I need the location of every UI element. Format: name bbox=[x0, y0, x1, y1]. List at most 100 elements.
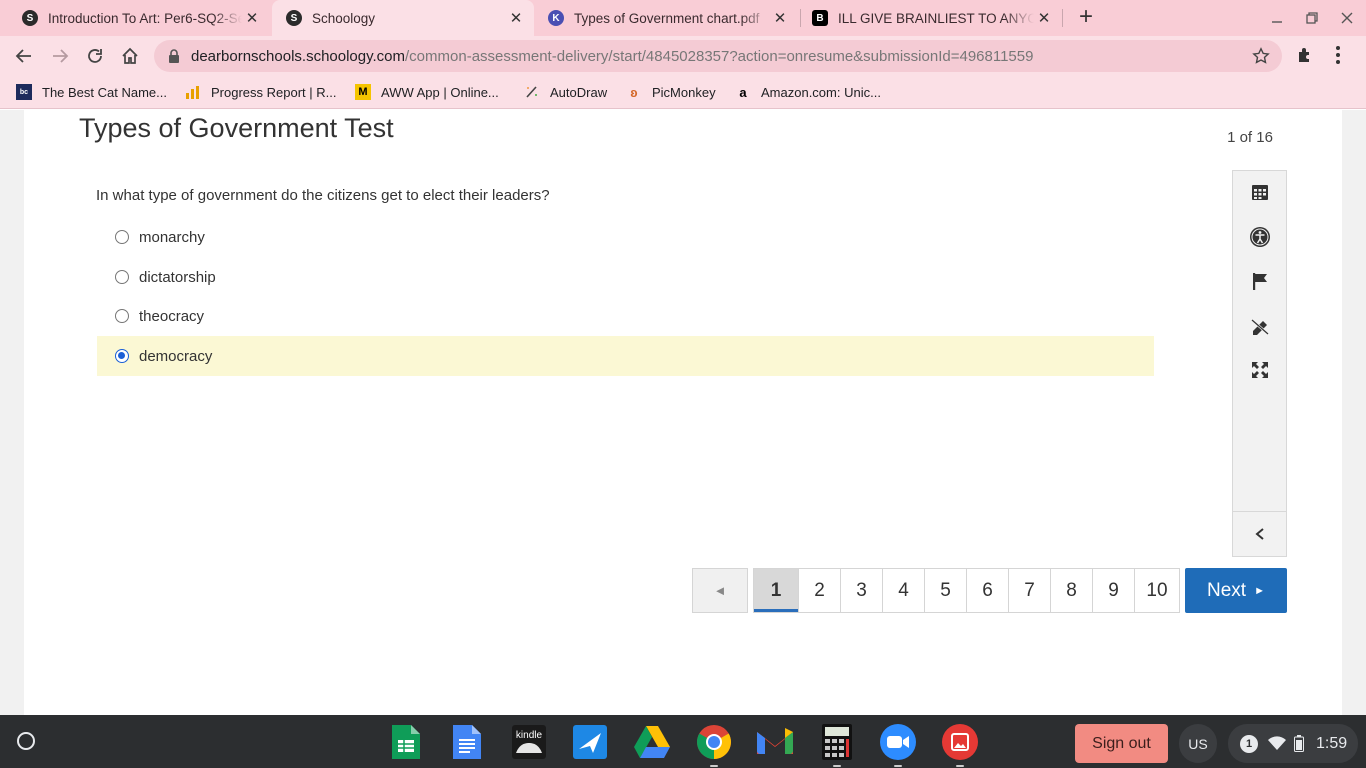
eliminate-icon[interactable] bbox=[1248, 314, 1272, 338]
tab-schoology[interactable]: S Schoology ✕ bbox=[272, 0, 534, 36]
gallery-icon[interactable] bbox=[941, 723, 979, 767]
input-method-indicator[interactable]: US bbox=[1179, 724, 1217, 763]
autodraw-icon bbox=[524, 84, 540, 100]
tab-intro-art[interactable]: S Introduction To Art: Per6-SQ2-Sec ✕ bbox=[14, 0, 270, 36]
flag-icon[interactable] bbox=[1248, 269, 1272, 293]
url-text: dearbornschools.schoology.com/common-ass… bbox=[191, 48, 1034, 65]
picmonkey-icon: ʚ bbox=[630, 84, 638, 100]
sign-out-button[interactable]: Sign out bbox=[1075, 724, 1168, 763]
assessment-tools-rail bbox=[1232, 170, 1287, 557]
launcher-icon[interactable] bbox=[14, 729, 38, 753]
calculator-icon[interactable] bbox=[818, 723, 856, 767]
question-progress: 1 of 16 bbox=[1227, 129, 1273, 146]
zoom-icon[interactable] bbox=[879, 723, 917, 767]
wifi-icon bbox=[1268, 736, 1286, 756]
chrome-icon[interactable] bbox=[695, 723, 733, 767]
close-icon[interactable]: ✕ bbox=[770, 8, 790, 28]
bookmarks-bar: bc The Best Cat Name... Progress Report … bbox=[0, 76, 1366, 109]
brainly-icon: B bbox=[812, 10, 828, 26]
accessibility-icon[interactable] bbox=[1248, 225, 1272, 249]
forward-icon[interactable] bbox=[48, 44, 72, 68]
question-text: In what type of government do the citize… bbox=[96, 187, 550, 204]
lock-icon[interactable] bbox=[168, 49, 180, 68]
next-label: Next bbox=[1207, 579, 1247, 601]
bookmark-best-cat[interactable]: bc The Best Cat Name... bbox=[16, 83, 167, 101]
page-button-1[interactable]: 1 bbox=[753, 568, 799, 613]
answer-choice-theocracy[interactable]: theocracy bbox=[97, 296, 1154, 336]
next-arrow-icon: ► bbox=[1254, 584, 1265, 597]
previous-page-button[interactable]: ◄ bbox=[692, 568, 748, 613]
page-button-9[interactable]: 9 bbox=[1092, 568, 1135, 613]
kindle-icon[interactable]: kindle bbox=[510, 723, 548, 761]
browser-toolbar: dearbornschools.schoology.com/common-ass… bbox=[0, 36, 1366, 76]
sheets-icon[interactable] bbox=[387, 723, 425, 761]
page-button-10[interactable]: 10 bbox=[1134, 568, 1180, 613]
choice-label: democracy bbox=[139, 347, 213, 365]
bookmark-amazon[interactable]: a Amazon.com: Unic... bbox=[735, 83, 881, 101]
close-icon[interactable]: ✕ bbox=[506, 8, 526, 28]
classroom-icon[interactable] bbox=[571, 723, 609, 761]
bookmark-autodraw[interactable]: AutoDraw bbox=[524, 83, 607, 101]
rail-divider bbox=[1233, 511, 1286, 512]
battery-icon bbox=[1294, 735, 1304, 757]
gmail-icon[interactable] bbox=[756, 723, 794, 761]
radio-button[interactable] bbox=[115, 270, 129, 284]
reload-icon[interactable] bbox=[83, 44, 107, 68]
drive-icon[interactable] bbox=[633, 723, 671, 761]
close-icon[interactable]: ✕ bbox=[1034, 8, 1054, 28]
fullscreen-icon[interactable] bbox=[1248, 358, 1272, 382]
close-icon[interactable]: ✕ bbox=[242, 8, 262, 28]
new-tab-button[interactable]: + bbox=[1074, 5, 1098, 30]
radio-button[interactable] bbox=[115, 230, 129, 244]
docs-icon[interactable] bbox=[448, 723, 486, 761]
page-title: Types of Government Test bbox=[79, 113, 394, 143]
page-button-2[interactable]: 2 bbox=[798, 568, 841, 613]
answer-choice-democracy[interactable]: democracy bbox=[97, 336, 1154, 376]
collapse-chevron-left-icon[interactable] bbox=[1248, 522, 1272, 546]
choice-label: monarchy bbox=[139, 228, 205, 246]
kebab-menu-icon[interactable] bbox=[1335, 45, 1341, 70]
tab-title: Introduction To Art: Per6-SQ2-Sec bbox=[48, 10, 242, 26]
tab-separator bbox=[800, 9, 801, 27]
restore-icon[interactable] bbox=[1302, 8, 1322, 28]
running-indicator bbox=[833, 765, 841, 767]
radio-button-selected[interactable] bbox=[115, 349, 129, 363]
bookmark-label: Amazon.com: Unic... bbox=[761, 84, 881, 100]
tab-brainly[interactable]: B ILL GIVE BRAINLIEST TO ANYONE ✕ bbox=[804, 0, 1062, 36]
bookmark-star-icon[interactable] bbox=[1252, 47, 1270, 70]
answer-choice-monarchy[interactable]: monarchy bbox=[97, 217, 1154, 257]
bookmark-label: PicMonkey bbox=[652, 84, 716, 100]
notification-badge: 1 bbox=[1240, 735, 1258, 753]
bookmark-progress-report[interactable]: Progress Report | R... bbox=[185, 83, 336, 101]
running-indicator bbox=[956, 765, 964, 767]
tab-title: ILL GIVE BRAINLIEST TO ANYONE bbox=[838, 10, 1034, 26]
next-button[interactable]: Next ► bbox=[1185, 568, 1287, 613]
home-icon[interactable] bbox=[118, 44, 142, 68]
page-button-3[interactable]: 3 bbox=[840, 568, 883, 613]
minimize-icon[interactable] bbox=[1267, 8, 1287, 28]
calendar-icon[interactable] bbox=[1248, 180, 1272, 204]
back-icon[interactable] bbox=[12, 44, 36, 68]
close-window-icon[interactable] bbox=[1337, 8, 1357, 28]
clock: 1:59 bbox=[1316, 735, 1348, 752]
radio-button[interactable] bbox=[115, 309, 129, 323]
page-button-7[interactable]: 7 bbox=[1008, 568, 1051, 613]
address-bar[interactable]: dearbornschools.schoology.com/common-ass… bbox=[154, 40, 1282, 72]
tab-strip: S Introduction To Art: Per6-SQ2-Sec ✕ S … bbox=[0, 0, 1366, 36]
bookmark-picmonkey[interactable]: ʚ PicMonkey bbox=[626, 83, 716, 101]
chromeos-shelf: kindle Sign out US 1 1:59 bbox=[0, 715, 1366, 768]
tab-government-chart[interactable]: K Types of Government chart.pdf ✕ bbox=[540, 0, 798, 36]
bookmark-label: Progress Report | R... bbox=[211, 84, 337, 100]
tab-separator bbox=[1062, 9, 1063, 27]
answer-choice-dictatorship[interactable]: dictatorship bbox=[97, 257, 1154, 297]
status-tray[interactable]: 1 1:59 bbox=[1228, 724, 1358, 763]
page-button-6[interactable]: 6 bbox=[966, 568, 1009, 613]
page-button-4[interactable]: 4 bbox=[882, 568, 925, 613]
bookmark-label: AWW App | Online... bbox=[381, 84, 499, 100]
extensions-icon[interactable] bbox=[1296, 46, 1314, 69]
bookmark-label: The Best Cat Name... bbox=[42, 84, 167, 100]
page-button-5[interactable]: 5 bbox=[924, 568, 967, 613]
page-button-8[interactable]: 8 bbox=[1050, 568, 1093, 613]
bookmark-aww-app[interactable]: M AWW App | Online... bbox=[355, 83, 499, 101]
aww-icon: M bbox=[355, 84, 371, 100]
